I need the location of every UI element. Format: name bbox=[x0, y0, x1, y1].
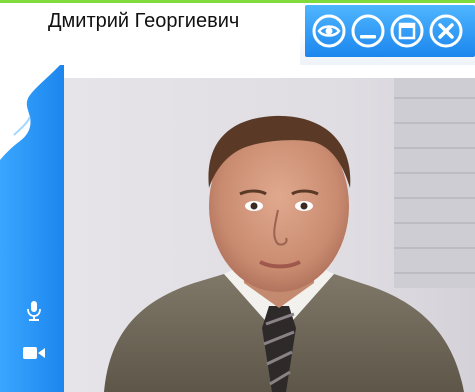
video-feed bbox=[64, 78, 475, 392]
view-button[interactable] bbox=[311, 13, 347, 49]
microphone-button[interactable] bbox=[22, 299, 46, 323]
minimize-icon bbox=[351, 14, 385, 48]
close-button[interactable] bbox=[428, 13, 464, 49]
microphone-icon bbox=[27, 301, 41, 321]
participant-video-image bbox=[64, 78, 475, 392]
camera-button[interactable] bbox=[22, 341, 46, 365]
camera-icon bbox=[23, 347, 45, 359]
maximize-button[interactable] bbox=[389, 13, 425, 49]
close-icon bbox=[429, 14, 463, 48]
caller-name: Дмитрий Георгиевич bbox=[48, 10, 240, 32]
video-call-window: Дмитрий Георгиевич bbox=[0, 0, 475, 392]
maximize-icon bbox=[390, 14, 424, 48]
sidebar bbox=[0, 65, 64, 392]
minimize-button[interactable] bbox=[350, 13, 386, 49]
eye-icon bbox=[312, 14, 346, 48]
window-controls bbox=[305, 5, 475, 57]
